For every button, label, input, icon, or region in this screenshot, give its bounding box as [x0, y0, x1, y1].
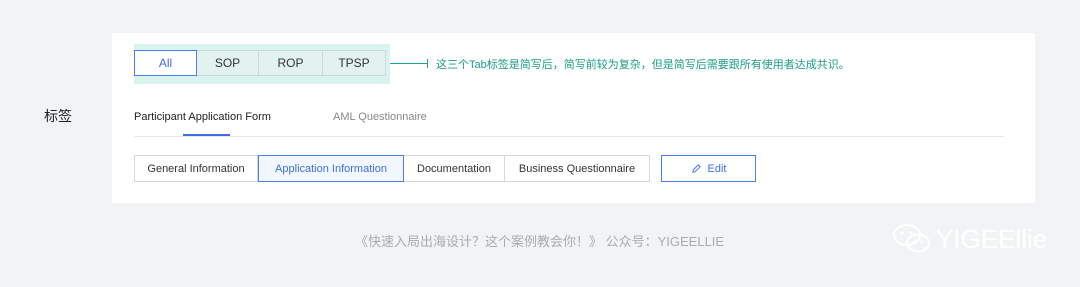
seg-tab-tpsp[interactable]: TPSP — [323, 50, 386, 76]
section-business-questionnaire[interactable]: Business Questionnaire — [505, 155, 650, 182]
footer-caption: 《快速入局出海设计？这个案例教会你！》 公众号：YIGEELLIE — [355, 234, 725, 249]
form-tabs: Participant Application Form AML Questio… — [134, 111, 1004, 137]
wechat-icon — [893, 224, 930, 253]
active-tab-indicator — [183, 134, 230, 136]
annotation-tick — [427, 59, 428, 68]
annotation-text: 这三个Tab标签是简写后，简写前较为复杂，但是简写后需要跟所有使用者达成共识。 — [436, 59, 850, 71]
seg-tab-sop[interactable]: SOP — [197, 50, 259, 76]
segmented-tabs: All SOP ROP TPSP — [134, 50, 386, 76]
field-label: 标签 — [44, 108, 72, 124]
watermark-text: YIGEEllie — [936, 223, 1048, 254]
tab-aml-questionnaire[interactable]: AML Questionnaire — [333, 111, 427, 123]
seg-tab-rop[interactable]: ROP — [259, 50, 323, 76]
seg-tab-all[interactable]: All — [134, 50, 197, 76]
edit-button[interactable]: Edit — [661, 155, 756, 182]
section-general-information[interactable]: General Information — [134, 155, 258, 182]
watermark: YIGEEllie — [892, 222, 1047, 256]
tab-participant-application-form[interactable]: Participant Application Form — [134, 111, 271, 123]
annotation-line — [390, 63, 427, 64]
edit-button-label: Edit — [707, 162, 727, 175]
pencil-icon — [691, 164, 701, 173]
section-button-group: General Information Application Informat… — [134, 155, 650, 182]
tag-card: All SOP ROP TPSP 这三个Tab标签是简写后，简写前较为复杂，但是… — [112, 33, 1035, 203]
section-application-information[interactable]: Application Information — [258, 155, 404, 182]
section-documentation[interactable]: Documentation — [404, 155, 505, 182]
